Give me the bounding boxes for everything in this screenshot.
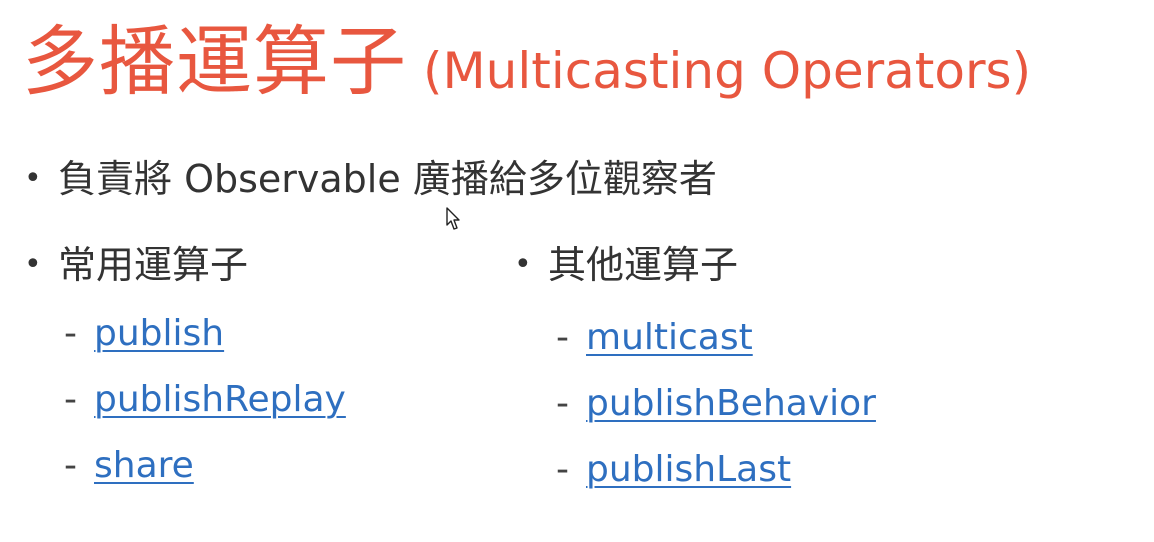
list-item: - publishReplay bbox=[64, 382, 346, 418]
bullet-dot: • bbox=[24, 161, 42, 196]
list-dash: - bbox=[64, 313, 77, 354]
link-publishbehavior[interactable]: publishBehavior bbox=[586, 383, 876, 424]
bullet-common-operators: • 常用運算子 bbox=[24, 246, 248, 284]
list-item: - publishLast bbox=[556, 452, 791, 488]
bullet-description-text: 負責將 Observable 廣播給多位觀察者 bbox=[58, 157, 717, 201]
title-chinese: 多播運算子 bbox=[22, 17, 407, 106]
list-dash: - bbox=[556, 449, 569, 490]
link-share[interactable]: share bbox=[94, 445, 194, 486]
mouse-pointer-icon bbox=[446, 207, 460, 230]
list-item: - multicast bbox=[556, 320, 753, 356]
list-dash: - bbox=[556, 383, 569, 424]
bullet-description: • 負責將 Observable 廣播給多位觀察者 bbox=[24, 160, 717, 198]
list-item: - publish bbox=[64, 316, 224, 352]
other-operators-heading: 其他運算子 bbox=[548, 243, 739, 287]
common-operators-heading: 常用運算子 bbox=[58, 243, 249, 287]
list-dash: - bbox=[556, 317, 569, 358]
list-dash: - bbox=[64, 445, 77, 486]
list-dash: - bbox=[64, 379, 77, 420]
title-english: (Multicasting Operators) bbox=[423, 42, 1032, 100]
list-item: - publishBehavior bbox=[556, 386, 876, 422]
bullet-dot: • bbox=[24, 247, 42, 282]
list-item: - share bbox=[64, 448, 194, 484]
link-publish[interactable]: publish bbox=[94, 313, 224, 354]
link-multicast[interactable]: multicast bbox=[586, 317, 753, 358]
link-publishreplay[interactable]: publishReplay bbox=[94, 379, 346, 420]
slide-title: 多播運算子 (Multicasting Operators) bbox=[22, 24, 1031, 100]
slide: 多播運算子 (Multicasting Operators) • 負責將 Obser… bbox=[0, 0, 1154, 542]
bullet-other-operators: • 其他運算子 bbox=[514, 246, 738, 284]
bullet-dot: • bbox=[514, 247, 532, 282]
link-publishlast[interactable]: publishLast bbox=[586, 449, 791, 490]
